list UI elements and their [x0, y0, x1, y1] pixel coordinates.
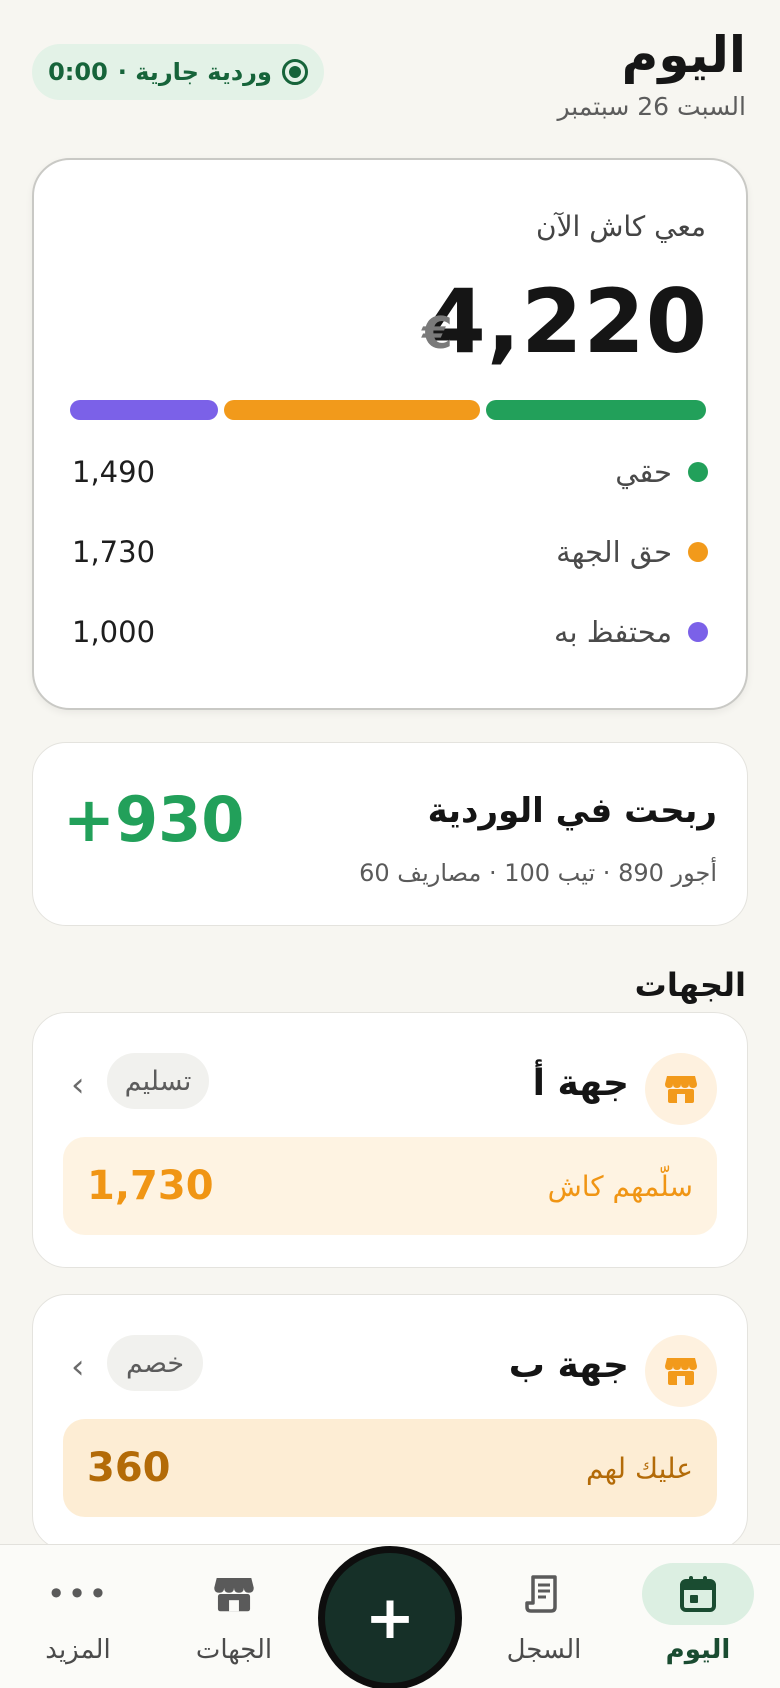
receipt-icon — [525, 1575, 557, 1613]
legend-label: حقي — [615, 455, 672, 489]
party-name: جهة ب — [508, 1345, 629, 1386]
nav-label: السجل — [506, 1635, 582, 1665]
profit-title: ربحت في الوردية — [427, 791, 717, 831]
shift-status-pill[interactable]: 0:00 وردية جارية · — [32, 44, 324, 100]
legend-row-mine: 1,490 حقي — [72, 452, 708, 492]
bar-segment-party — [224, 400, 480, 420]
party-tag[interactable]: تسليم — [107, 1053, 209, 1109]
calendar-icon — [680, 1576, 716, 1612]
orange-dot-icon — [688, 542, 708, 562]
store-icon — [645, 1335, 717, 1407]
shift-profit-card[interactable]: ربحت في الوردية أجور 890 · تيب 100 · مصا… — [32, 742, 748, 926]
add-button[interactable]: + — [318, 1546, 462, 1688]
settlement-label: عليك لهم — [586, 1451, 693, 1485]
plus-icon: + — [364, 1583, 416, 1653]
nav-label: اليوم — [665, 1635, 731, 1665]
settlement-amount: 1,730 — [87, 1163, 214, 1209]
legend-value: 1,730 — [72, 535, 156, 569]
legend-label: محتفظ به — [553, 615, 672, 649]
store-icon — [214, 1577, 254, 1612]
party-tag[interactable]: خصم — [107, 1335, 203, 1391]
recording-dot-icon — [281, 59, 308, 85]
legend-value: 1,000 — [72, 615, 156, 649]
nav-label: الجهات — [195, 1635, 273, 1665]
shift-timer: 0:00 — [48, 58, 108, 86]
store-icon — [645, 1053, 717, 1125]
cash-on-hand-card[interactable]: معي كاش الآن 4,220 € 1,490 حقي 1,730 حق … — [32, 158, 748, 710]
party-card[interactable]: جهة أ تسليم ‹ 1,730 سلّمهم كاش — [32, 1012, 748, 1268]
party-name: جهة أ — [532, 1063, 629, 1104]
nav-more[interactable]: ••• المزيد — [18, 1563, 138, 1665]
profit-amount: +930 — [63, 783, 245, 856]
nav-log[interactable]: السجل — [484, 1563, 604, 1665]
profit-detail: أجور 890 · تيب 100 · مصاريف 60 — [359, 859, 717, 887]
currency-symbol: € — [422, 308, 453, 359]
shift-status-label: وردية جارية · — [117, 58, 272, 86]
cash-label: معي كاش الآن — [536, 210, 706, 243]
parties-section-title: الجهات — [634, 966, 746, 1004]
nav-label: المزيد — [45, 1635, 111, 1665]
chevron-left-icon[interactable]: ‹ — [71, 1347, 85, 1387]
settlement-label: سلّمهم كاش — [547, 1169, 693, 1203]
nav-today[interactable]: اليوم — [638, 1563, 758, 1665]
purple-dot-icon — [688, 622, 708, 642]
bar-segment-mine — [486, 400, 706, 420]
green-dot-icon — [688, 462, 708, 482]
legend-row-kept: 1,000 محتفظ به — [72, 612, 708, 652]
page-date: السبت 26 سبتمبر — [557, 92, 747, 121]
bar-segment-kept — [70, 400, 218, 420]
nav-parties[interactable]: الجهات — [174, 1563, 294, 1665]
page-title: اليوم — [621, 26, 746, 84]
cash-amount: 4,220 — [424, 270, 708, 373]
more-dots-icon: ••• — [46, 1575, 110, 1613]
settlement-amount: 360 — [87, 1445, 171, 1491]
legend-value: 1,490 — [72, 455, 156, 489]
party-card[interactable]: جهة ب خصم ‹ 360 عليك لهم — [32, 1294, 748, 1550]
legend-row-party: 1,730 حق الجهة — [72, 532, 708, 572]
settlement-box: 360 عليك لهم — [63, 1419, 717, 1517]
settlement-box: 1,730 سلّمهم كاش — [63, 1137, 717, 1235]
chevron-left-icon[interactable]: ‹ — [71, 1065, 85, 1105]
legend-label: حق الجهة — [556, 535, 672, 569]
